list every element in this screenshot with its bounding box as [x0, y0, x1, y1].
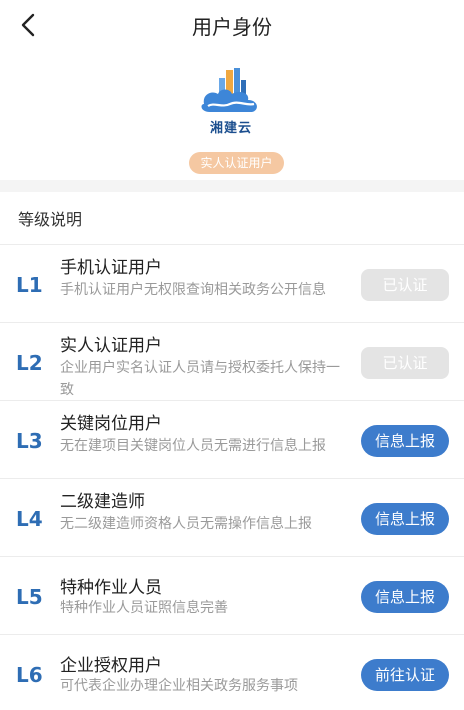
- verified-button[interactable]: 已认证: [361, 269, 449, 301]
- verified-button[interactable]: 已认证: [361, 347, 449, 379]
- header: 用户身份: [0, 0, 464, 50]
- level-title: 特种作业人员: [60, 578, 162, 598]
- level-label: L1: [16, 273, 43, 297]
- building-cloud-icon: [201, 68, 257, 112]
- level-row-l6: L6 企业授权用户 可代表企业办理企业相关政务服务事项 前往认证: [0, 634, 464, 710]
- app-logo: 湘建云: [198, 66, 264, 136]
- section-divider: [0, 180, 464, 192]
- level-description: 手机认证用户无权限查询相关政务公开信息: [60, 282, 326, 298]
- level-description: 无在建项目关键岗位人员无需进行信息上报: [60, 438, 326, 454]
- level-title: 关键岗位用户: [60, 414, 162, 434]
- level-label: L4: [16, 507, 43, 531]
- level-title: 二级建造师: [60, 492, 145, 512]
- level-title: 手机认证用户: [60, 258, 162, 278]
- level-description: 无二级建造师资格人员无需操作信息上报: [60, 516, 312, 532]
- level-label: L3: [16, 429, 43, 453]
- status-badge: 实人认证用户: [189, 152, 284, 174]
- level-row-l5: L5 特种作业人员 特种作业人员证照信息完善 信息上报: [0, 556, 464, 634]
- level-row-l3: L3 关键岗位用户 无在建项目关键岗位人员无需进行信息上报 信息上报: [0, 400, 464, 478]
- level-label: L2: [16, 351, 43, 375]
- level-description: 特种作业人员证照信息完善: [60, 600, 228, 616]
- report-info-button[interactable]: 信息上报: [361, 503, 449, 535]
- level-row-l2: L2 实人认证用户 企业用户实名认证人员请与授权委托人保持一致 已认证: [0, 322, 464, 400]
- logo-text: 湘建云: [209, 121, 252, 136]
- report-info-button[interactable]: 信息上报: [361, 425, 449, 457]
- level-label: L5: [16, 585, 43, 609]
- page-title: 用户身份: [192, 15, 272, 39]
- level-row-l1: L1 手机认证用户 手机认证用户无权限查询相关政务公开信息 已认证: [0, 244, 464, 322]
- section-title: 等级说明: [18, 210, 83, 229]
- level-description: 可代表企业办理企业相关政务服务事项: [60, 678, 298, 694]
- level-label: L6: [16, 663, 43, 687]
- level-description: 企业用户实名认证人员请与授权委托人保持一致: [60, 360, 340, 398]
- level-title: 实人认证用户: [60, 336, 162, 356]
- level-title: 企业授权用户: [60, 656, 162, 676]
- report-info-button[interactable]: 信息上报: [361, 581, 449, 613]
- level-row-l4: L4 二级建造师 无二级建造师资格人员无需操作信息上报 信息上报: [0, 478, 464, 556]
- go-verify-button[interactable]: 前往认证: [361, 659, 449, 691]
